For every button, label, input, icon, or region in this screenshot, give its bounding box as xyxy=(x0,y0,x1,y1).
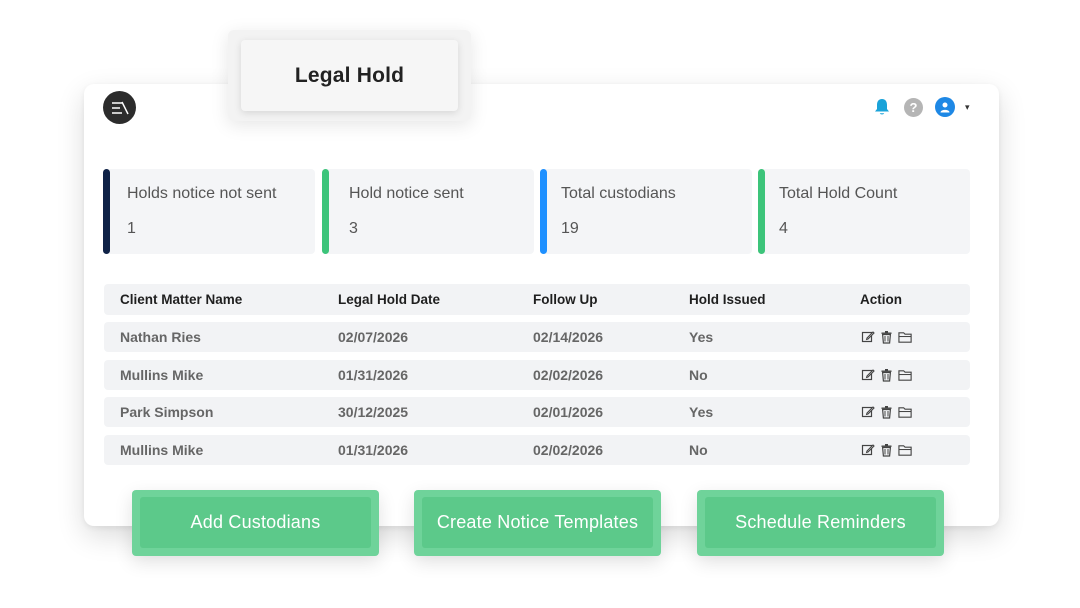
stat-card-total-hold-count: Total Hold Count 4 xyxy=(758,169,970,254)
stat-value: 3 xyxy=(349,220,358,237)
bell-icon[interactable] xyxy=(872,97,892,117)
stat-accent-bar xyxy=(322,169,329,254)
table-row[interactable]: Park Simpson 30/12/2025 02/01/2026 Yes xyxy=(104,397,970,427)
stat-card-hold-sent: Hold notice sent 3 xyxy=(322,169,534,254)
trash-icon[interactable] xyxy=(879,330,894,345)
header-icons: ? ▾ xyxy=(872,96,970,118)
menu-logo-icon[interactable] xyxy=(103,91,136,124)
help-icon[interactable]: ? xyxy=(904,97,923,117)
folder-icon[interactable] xyxy=(898,368,913,383)
table-row[interactable]: Nathan Ries 02/07/2026 02/14/2026 Yes xyxy=(104,322,970,352)
cell-hold-issued: No xyxy=(689,367,708,383)
table-row[interactable]: Mullins Mike 01/31/2026 02/02/2026 No xyxy=(104,435,970,465)
stat-value: 4 xyxy=(779,220,788,237)
cell-legal-hold-date: 02/07/2026 xyxy=(338,329,409,345)
edit-icon[interactable] xyxy=(860,443,875,458)
cell-client-matter: Nathan Ries xyxy=(120,329,201,345)
cell-client-matter: Park Simpson xyxy=(120,404,214,420)
stat-label: Total Hold Count xyxy=(779,185,898,202)
folder-icon[interactable] xyxy=(898,405,913,420)
cell-legal-hold-date: 01/31/2026 xyxy=(338,367,409,383)
edit-icon[interactable] xyxy=(860,330,875,345)
stat-card-holds-not-sent: Holds notice not sent 1 xyxy=(103,169,315,254)
folder-icon[interactable] xyxy=(898,443,913,458)
stat-accent-bar xyxy=(758,169,765,254)
table-row[interactable]: Mullins Mike 01/31/2026 02/02/2026 No xyxy=(104,360,970,390)
column-header-follow-up[interactable]: Follow Up xyxy=(533,284,598,315)
caret-down-icon[interactable]: ▾ xyxy=(965,102,970,113)
row-actions xyxy=(860,435,913,465)
create-notice-templates-label: Create Notice Templates xyxy=(422,497,653,548)
cell-follow-up: 02/02/2026 xyxy=(533,442,604,458)
edit-icon[interactable] xyxy=(860,368,875,383)
stat-card-total-custodians: Total custodians 19 xyxy=(540,169,752,254)
schedule-reminders-button[interactable]: Schedule Reminders xyxy=(697,490,944,556)
folder-icon[interactable] xyxy=(898,330,913,345)
trash-icon[interactable] xyxy=(879,443,894,458)
stat-value: 19 xyxy=(561,220,579,237)
user-avatar-icon[interactable] xyxy=(935,97,955,117)
stat-accent-bar xyxy=(540,169,547,254)
column-header-hold-issued[interactable]: Hold Issued xyxy=(689,284,766,315)
edit-icon[interactable] xyxy=(860,405,875,420)
stat-value: 1 xyxy=(127,220,136,237)
stat-label: Hold notice sent xyxy=(349,185,464,202)
stat-label: Total custodians xyxy=(561,185,676,202)
create-notice-templates-button[interactable]: Create Notice Templates xyxy=(414,490,661,556)
column-header-legal-hold-date[interactable]: Legal Hold Date xyxy=(338,284,440,315)
cell-legal-hold-date: 01/31/2026 xyxy=(338,442,409,458)
cell-hold-issued: Yes xyxy=(689,329,714,345)
trash-icon[interactable] xyxy=(879,368,894,383)
row-actions xyxy=(860,397,913,427)
row-actions xyxy=(860,322,913,352)
page-title: Legal Hold xyxy=(241,40,458,111)
column-header-action: Action xyxy=(860,292,902,307)
cell-client-matter: Mullins Mike xyxy=(120,442,204,458)
cell-follow-up: 02/02/2026 xyxy=(533,367,604,383)
cell-follow-up: 02/01/2026 xyxy=(533,404,604,420)
add-custodians-label: Add Custodians xyxy=(140,497,371,548)
row-actions xyxy=(860,360,913,390)
stat-accent-bar xyxy=(103,169,110,254)
cell-hold-issued: Yes xyxy=(689,404,714,420)
schedule-reminders-label: Schedule Reminders xyxy=(705,497,936,548)
cell-client-matter: Mullins Mike xyxy=(120,367,204,383)
add-custodians-button[interactable]: Add Custodians xyxy=(132,490,379,556)
trash-icon[interactable] xyxy=(879,405,894,420)
cell-hold-issued: No xyxy=(689,442,708,458)
column-header-client-matter[interactable]: Client Matter Name xyxy=(120,284,242,315)
page: Legal Hold ? ▾ Holds notice not sent 1 H… xyxy=(0,0,1080,608)
table-header: Client Matter Name Legal Hold Date Follo… xyxy=(104,284,970,315)
cell-legal-hold-date: 30/12/2025 xyxy=(338,404,409,420)
stat-label: Holds notice not sent xyxy=(127,185,277,202)
cell-follow-up: 02/14/2026 xyxy=(533,329,604,345)
